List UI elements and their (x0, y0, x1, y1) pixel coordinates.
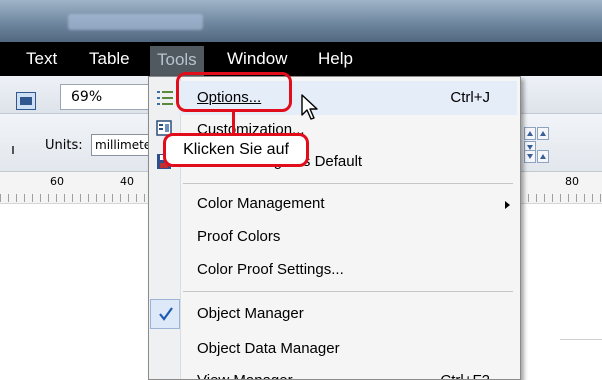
checkmark-icon (159, 307, 173, 321)
tools-dropdown-menu: Options... Ctrl+J Customization... Save … (148, 76, 521, 380)
divider (560, 339, 602, 340)
menu-item-object-manager[interactable]: Object Manager (149, 297, 520, 331)
options-icon (157, 91, 173, 105)
menu-item-color-management[interactable]: Color Management (149, 187, 520, 221)
menu-item-shortcut: Ctrl+J (450, 89, 490, 106)
zoom-icon[interactable] (16, 92, 36, 110)
instruction-callout: Klicken Sie auf (163, 133, 309, 167)
property-bar-handle (12, 146, 14, 154)
menu-window[interactable]: Window (227, 42, 287, 76)
spin-up-icon[interactable] (537, 150, 549, 163)
spin-up-icon[interactable] (537, 127, 549, 140)
menu-item-view-manager[interactable]: View Manager Ctrl+F2 (149, 364, 520, 379)
submenu-arrow-icon (505, 201, 510, 209)
menu-item-label: Color Management (197, 195, 325, 212)
menu-item-shortcut: Ctrl+F2 (440, 364, 490, 379)
spin-down-icon[interactable] (524, 150, 536, 163)
menu-item-label: Object Data Manager (197, 340, 340, 357)
mouse-cursor-icon (301, 94, 318, 120)
callout-connector (232, 111, 235, 134)
menu-item-object-data-manager[interactable]: Object Data Manager (149, 332, 520, 366)
menu-item-proof-colors[interactable]: Proof Colors (149, 220, 520, 254)
units-label: Units: (45, 138, 83, 153)
menu-text[interactable]: Text (26, 42, 57, 76)
ruler-label: 40 (120, 175, 134, 188)
spin-up-icon[interactable] (524, 127, 536, 140)
menu-separator (183, 291, 513, 292)
menu-separator (183, 183, 513, 184)
ruler-label: 80 (565, 175, 579, 188)
units-select[interactable]: millimeters (91, 134, 153, 156)
menu-item-label: View Manager (197, 364, 293, 379)
menu-table[interactable]: Table (89, 42, 130, 76)
menu-item-color-proof-settings[interactable]: Color Proof Settings... (149, 253, 520, 287)
highlight-ring (176, 72, 292, 112)
menu-help[interactable]: Help (318, 42, 353, 76)
menu-item-label: Color Proof Settings... (197, 261, 344, 278)
window-title-bar (0, 0, 602, 42)
ruler-label: 60 (50, 175, 64, 188)
menu-item-label: Proof Colors (197, 228, 281, 245)
window-title-text (68, 14, 203, 30)
menu-bar: Text Table Tools Window Help (0, 42, 602, 76)
menu-item-label: Object Manager (197, 305, 304, 322)
zoom-level-input[interactable]: 69% (60, 84, 155, 110)
